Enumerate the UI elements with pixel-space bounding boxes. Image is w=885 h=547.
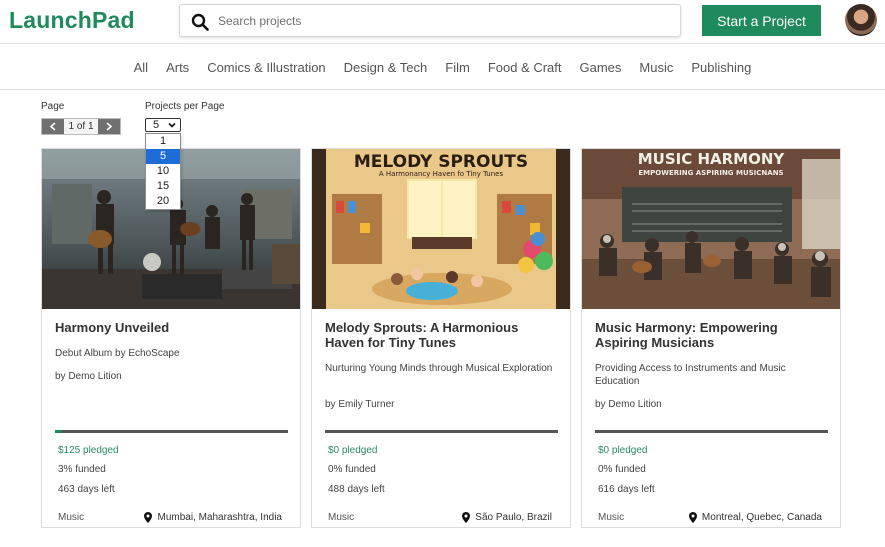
funding-progress-bar	[325, 430, 558, 433]
category-games[interactable]: Games	[571, 60, 631, 75]
per-page-value: 5	[153, 119, 160, 131]
funding-progress-bar	[595, 430, 828, 433]
page-label: Page	[41, 101, 65, 112]
pledged-amount: $125 pledged	[58, 445, 119, 456]
funding-progress-bar	[55, 430, 288, 433]
category-music[interactable]: Music	[630, 60, 682, 75]
project-creator: by Demo Lition	[55, 371, 122, 382]
start-project-button[interactable]: Start a Project	[702, 5, 821, 36]
project-creator: by Emily Turner	[325, 399, 395, 410]
funding-progress-fill	[55, 430, 62, 433]
project-description: Debut Album by EchoScape	[55, 348, 180, 359]
category-publishing[interactable]: Publishing	[682, 60, 760, 75]
pledged-amount: $0 pledged	[598, 445, 648, 456]
project-image[interactable]: MELODY SPROUTS A Harmonancy Haven fo Tin…	[312, 149, 570, 309]
project-title[interactable]: Harmony Unveiled	[55, 320, 290, 335]
funded-percent: 0% funded	[328, 464, 376, 475]
days-left: 616 days left	[598, 484, 655, 495]
project-card[interactable]: MUSIC HARMONY EMPOWERING ASPIRING MUSICN…	[581, 148, 841, 528]
pager: 1 of 1	[41, 118, 121, 135]
project-title[interactable]: Music Harmony: Empowering Aspiring Music…	[595, 320, 830, 350]
search-icon	[191, 13, 209, 31]
location-text: Montreal, Quebec, Canada	[701, 512, 822, 523]
location-text: São Paulo, Brazil	[475, 512, 552, 523]
per-page-option[interactable]: 1	[146, 134, 180, 149]
chevron-left-icon	[49, 122, 56, 131]
project-description: Nurturing Young Minds through Musical Ex…	[325, 363, 553, 374]
project-image[interactable]: MUSIC HARMONY EMPOWERING ASPIRING MUSICN…	[582, 149, 840, 309]
chevron-right-icon	[106, 122, 113, 131]
per-page-option-selected[interactable]: 5	[146, 149, 180, 164]
per-page-label: Projects per Page	[145, 101, 225, 112]
top-header: LaunchPad Start a Project	[0, 0, 885, 44]
category-comics-illustration[interactable]: Comics & Illustration	[198, 60, 334, 75]
per-page-option[interactable]: 20	[146, 194, 180, 209]
logo[interactable]: LaunchPad	[9, 7, 135, 34]
search-input[interactable]	[218, 5, 668, 36]
per-page-option[interactable]: 15	[146, 179, 180, 194]
prev-page-button[interactable]	[42, 119, 64, 134]
location-pin-icon	[144, 512, 153, 523]
image-title-text: MUSIC HARMONY	[638, 150, 786, 168]
category-nav: All Arts Comics & Illustration Design & …	[0, 44, 885, 90]
per-page-select[interactable]: 5	[145, 118, 181, 132]
category-food-craft[interactable]: Food & Craft	[479, 60, 571, 75]
page-indicator: 1 of 1	[64, 119, 98, 134]
funded-percent: 3% funded	[58, 464, 106, 475]
project-creator: by Demo Lition	[595, 399, 662, 410]
project-category[interactable]: Music	[598, 512, 624, 523]
days-left: 463 days left	[58, 484, 115, 495]
project-title[interactable]: Melody Sprouts: A Harmonious Haven for T…	[325, 320, 560, 350]
project-description: Providing Access to Instruments and Musi…	[595, 363, 786, 387]
project-location: Montreal, Quebec, Canada	[688, 512, 822, 523]
funded-percent: 0% funded	[598, 464, 646, 475]
per-page-option[interactable]: 10	[146, 164, 180, 179]
chevron-down-icon	[168, 122, 176, 128]
per-page-dropdown: 1 5 10 15 20	[145, 133, 181, 210]
next-page-button[interactable]	[98, 119, 120, 134]
category-all[interactable]: All	[125, 60, 157, 75]
location-pin-icon	[688, 512, 697, 523]
project-location: São Paulo, Brazil	[462, 512, 552, 523]
project-category[interactable]: Music	[58, 512, 84, 523]
avatar[interactable]	[845, 4, 877, 36]
project-category[interactable]: Music	[328, 512, 354, 523]
project-location: Mumbai, Maharashtra, India	[144, 512, 282, 523]
location-text: Mumbai, Maharashtra, India	[157, 512, 282, 523]
days-left: 488 days left	[328, 484, 385, 495]
category-arts[interactable]: Arts	[157, 60, 198, 75]
image-subtitle-text: EMPOWERING ASPIRING MUSICNANS	[638, 169, 783, 177]
pledged-amount: $0 pledged	[328, 445, 378, 456]
category-design-tech[interactable]: Design & Tech	[335, 60, 437, 75]
image-subtitle-text: A Harmonancy Haven fo Tiny Tunes	[379, 170, 504, 178]
search-bar[interactable]	[179, 4, 681, 37]
category-film[interactable]: Film	[436, 60, 479, 75]
location-pin-icon	[462, 512, 471, 523]
image-title-text: MELODY SPROUTS	[354, 152, 528, 172]
project-card[interactable]: MELODY SPROUTS A Harmonancy Haven fo Tin…	[311, 148, 571, 528]
